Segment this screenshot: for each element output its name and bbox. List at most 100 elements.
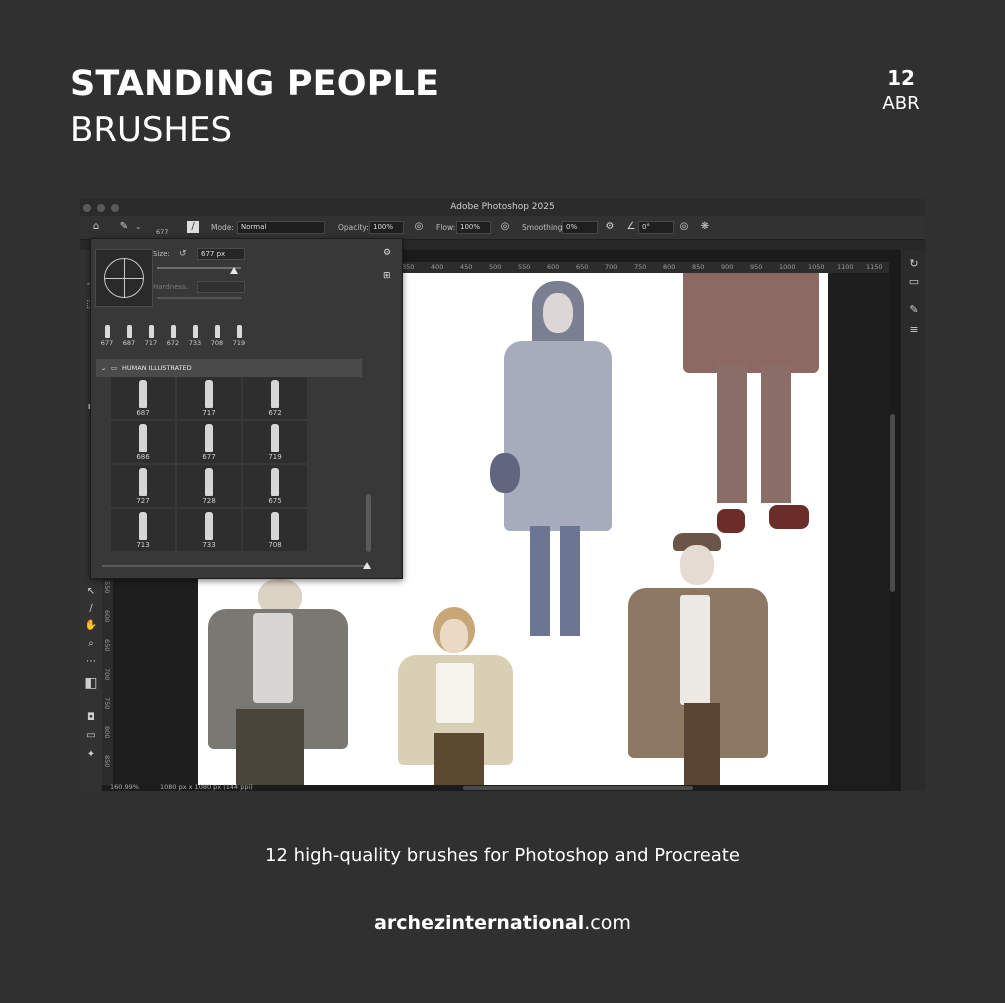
- brushes-panel-icon[interactable]: ✎: [906, 302, 922, 318]
- brush-preset[interactable]: 675: [243, 465, 307, 507]
- generative-icon[interactable]: ✦: [83, 748, 99, 762]
- zoom-tool-icon[interactable]: ⌕: [83, 637, 99, 651]
- line-tool-icon[interactable]: ∕: [83, 602, 99, 616]
- recent-brush[interactable]: 672: [163, 325, 183, 347]
- close-window-dot[interactable]: [83, 204, 91, 212]
- brush-preset[interactable]: 728: [177, 465, 241, 507]
- hardness-slider[interactable]: [157, 297, 241, 299]
- chevron-down-icon[interactable]: ⌄: [101, 359, 106, 377]
- symmetry-icon[interactable]: ❋: [698, 220, 712, 234]
- title-bold: STANDING PEOPLE: [70, 64, 440, 104]
- folder-icon: ▭: [111, 364, 118, 372]
- smoothing-input[interactable]: 0%: [562, 221, 598, 234]
- brush-thumbnail: [126, 325, 132, 338]
- brush-preset[interactable]: 733: [177, 509, 241, 551]
- brush-preset[interactable]: 727: [111, 465, 175, 507]
- mode-select[interactable]: Normal: [237, 221, 325, 234]
- brush-number: 727: [136, 497, 150, 505]
- color-swatches-icon[interactable]: ◧: [83, 676, 99, 690]
- brush-thumbnail: [205, 424, 213, 452]
- recent-brush[interactable]: 719: [229, 325, 249, 347]
- panel-scrollbar[interactable]: [366, 494, 371, 552]
- brush-thumbnail: [205, 512, 213, 540]
- preview-size-slider[interactable]: [102, 565, 370, 567]
- folder-name: HUMAN ILLUSTRATED: [122, 364, 192, 372]
- brush-preset[interactable]: 687: [111, 377, 175, 419]
- options-bar: ⌂ ✎ ⌄ 677 / Mode: Normal Opacity: 100% ◎…: [80, 216, 925, 240]
- pressure-size-icon[interactable]: ◎: [677, 220, 691, 234]
- ruler-tick: 650: [103, 639, 111, 652]
- brush-number: 672: [268, 409, 282, 417]
- comment-icon[interactable]: ▭: [906, 274, 922, 290]
- gear-icon[interactable]: ⚙: [603, 220, 617, 234]
- brush-preset-chevron-icon[interactable]: ⌄: [135, 222, 141, 231]
- brush-number: 687: [122, 339, 136, 347]
- brush-preset[interactable]: 713: [111, 509, 175, 551]
- vertical-scrollbar[interactable]: [890, 414, 895, 592]
- brush-number: 719: [268, 453, 282, 461]
- angle-input[interactable]: 0°: [638, 221, 674, 234]
- size-slider[interactable]: [157, 267, 241, 269]
- maximize-window-dot[interactable]: [111, 204, 119, 212]
- document-info: 1080 px x 1080 px (144 ppi): [160, 783, 253, 791]
- angle-icon: ∠: [626, 221, 636, 232]
- brush-settings-icon[interactable]: /: [187, 221, 199, 233]
- size-input[interactable]: 677 px: [197, 248, 245, 260]
- recent-brush[interactable]: 733: [185, 325, 205, 347]
- ruler-tick: 550: [518, 263, 531, 271]
- home-icon[interactable]: ⌂: [89, 220, 103, 234]
- status-bar: 160.99% 1080 px x 1080 px (144 ppi): [102, 783, 802, 791]
- website[interactable]: archezinternational.com: [0, 912, 1005, 934]
- mode-label: Mode:: [211, 223, 234, 232]
- ruler-tick: 600: [547, 263, 560, 271]
- ruler-tick: 850: [692, 263, 705, 271]
- airbrush-icon[interactable]: ◎: [498, 220, 512, 234]
- history-icon[interactable]: ↻: [906, 256, 922, 272]
- brush-thumbnail: [214, 325, 220, 338]
- ruler-tick: 700: [103, 668, 111, 681]
- recent-brush[interactable]: 708: [207, 325, 227, 347]
- flow-input[interactable]: 100%: [456, 221, 491, 234]
- preview-size-thumb[interactable]: [363, 562, 371, 569]
- reset-size-icon[interactable]: ↺: [179, 249, 187, 259]
- opacity-input[interactable]: 100%: [369, 221, 404, 234]
- recent-brush[interactable]: 687: [119, 325, 139, 347]
- adjustments-icon[interactable]: ≡: [906, 322, 922, 338]
- brush-number: 708: [210, 339, 224, 347]
- folder-human-illustrated[interactable]: ⌄ ▭ HUMAN ILLUSTRATED: [96, 359, 362, 377]
- screen-mode-icon[interactable]: ▭: [83, 729, 99, 743]
- minimize-window-dot[interactable]: [97, 204, 105, 212]
- brush-size-preview[interactable]: 677: [156, 228, 168, 236]
- hardness-label: Hardness:: [153, 283, 189, 291]
- opacity-label: Opacity:: [338, 223, 369, 232]
- figure-brown-jacket: [628, 533, 768, 785]
- brush-preset[interactable]: 719: [243, 421, 307, 463]
- brush-preset[interactable]: 672: [243, 377, 307, 419]
- figure-beige-girl: [398, 603, 513, 785]
- recent-brush[interactable]: 677: [97, 325, 117, 347]
- brush-preset[interactable]: 717: [177, 377, 241, 419]
- brush-preset[interactable]: 677: [177, 421, 241, 463]
- hardness-input[interactable]: [197, 281, 245, 293]
- new-preset-icon[interactable]: ⊞: [383, 271, 391, 281]
- brush-preset[interactable]: 686: [111, 421, 175, 463]
- brush-thumbnail: [271, 380, 279, 408]
- brush-angle-preview[interactable]: [95, 249, 153, 307]
- brush-thumbnail: [139, 424, 147, 452]
- recent-brush[interactable]: 717: [141, 325, 161, 347]
- quick-mask-icon[interactable]: ◘: [83, 711, 99, 725]
- size-slider-thumb[interactable]: [230, 267, 238, 274]
- brush-thumbnail: [205, 468, 213, 496]
- path-select-tool-icon[interactable]: ↖: [83, 585, 99, 599]
- brush-thumbnail: [139, 468, 147, 496]
- more-tools-icon[interactable]: ⋯: [83, 655, 99, 669]
- right-dock: ↻ ▭ ✎ ≡: [900, 250, 925, 791]
- hand-tool-icon[interactable]: ✋: [83, 619, 99, 633]
- panel-gear-icon[interactable]: ⚙: [383, 248, 391, 258]
- brush-tool-icon[interactable]: ✎: [117, 220, 131, 234]
- brush-preset[interactable]: 708: [243, 509, 307, 551]
- pressure-opacity-icon[interactable]: ◎: [412, 220, 426, 234]
- ruler-tick: 1050: [808, 263, 825, 271]
- brush-number: 717: [144, 339, 158, 347]
- brush-thumbnail: [236, 325, 242, 338]
